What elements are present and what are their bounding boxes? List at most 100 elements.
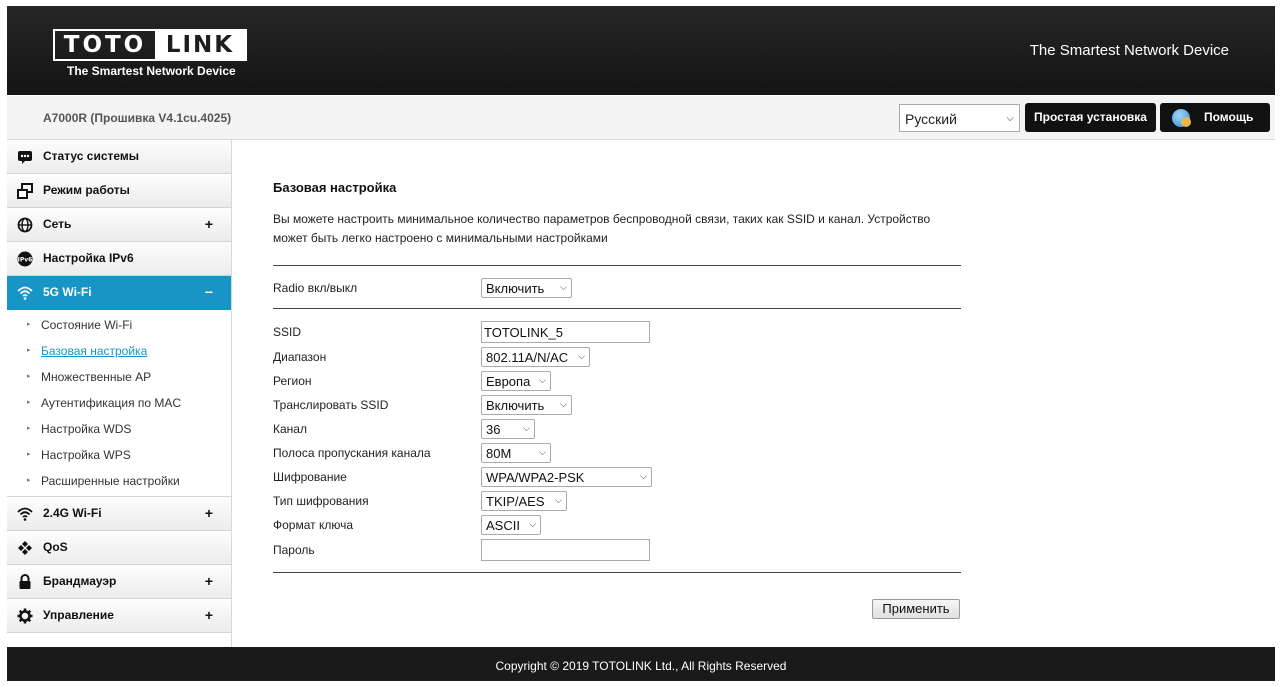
region-select[interactable]: Европа ⌵ (481, 371, 551, 391)
header: TOTO LINK The Smartest Network Device Th… (7, 6, 1275, 95)
language-select-value: Русский (905, 111, 957, 127)
help-button-label: Помощь (1204, 110, 1254, 124)
page-description: Вы можете настроить минимальное количест… (273, 212, 931, 245)
ipv6-icon: IPv6 (17, 251, 33, 267)
expand-icon: + (204, 573, 213, 589)
globe-icon (17, 217, 33, 233)
broadcast-ssid-select[interactable]: Включить ⌵ (481, 395, 572, 415)
submenu-item-mac-auth[interactable]: Аутентификация по MAC (7, 390, 231, 416)
sidebar-item-firewall[interactable]: Брандмауэр + (7, 565, 231, 599)
ssid-label: SSID (273, 325, 302, 339)
password-label: Пароль (273, 543, 315, 557)
sidebar-item-24g-wifi[interactable]: 2.4G Wi-Fi + (7, 497, 231, 531)
chevron-down-icon: ⌵ (523, 423, 530, 433)
status-icon (18, 151, 32, 164)
wifi-icon (17, 507, 33, 521)
sidebar-item-label: Брандмауэр (43, 574, 117, 588)
sidebar-item-qos[interactable]: QoS (7, 531, 231, 565)
copyright-text: Copyright © 2019 TOTOLINK Ltd., All Righ… (495, 659, 787, 673)
bandwidth-select[interactable]: 80M ⌵ (481, 443, 551, 463)
chevron-down-icon: ⌵ (539, 447, 546, 457)
wifi-icon (17, 286, 33, 300)
broadcast-ssid-label: Транслировать SSID (273, 398, 389, 412)
sidebar-item-label: Сеть (43, 217, 72, 231)
password-input[interactable] (481, 539, 650, 561)
bandwidth-label: Полоса пропускания канала (273, 446, 431, 460)
channel-label: Канал (273, 422, 307, 436)
broadcast-ssid-select-value: Включить (486, 398, 545, 413)
chevron-down-icon: ⌵ (560, 399, 567, 409)
submenu-item-wps[interactable]: Настройка WPS (7, 442, 231, 468)
sidebar-item-system-status[interactable]: Статус системы (7, 140, 231, 174)
chevron-down-icon: ⌵ (640, 471, 647, 481)
sidebar-item-label: Настройка IPv6 (43, 251, 134, 265)
sidebar-item-label: QoS (43, 540, 68, 554)
lock-icon (19, 574, 31, 589)
encryption-select[interactable]: WPA/WPA2-PSK ⌵ (481, 467, 652, 487)
svg-text:IPv6: IPv6 (18, 257, 33, 264)
sidebar-item-label: Управление (43, 608, 114, 622)
help-icon (1172, 109, 1191, 127)
header-tagline: The Smartest Network Device (1029, 42, 1229, 59)
help-button[interactable]: Помощь (1160, 103, 1270, 132)
cipher-type-label: Тип шифрования (273, 494, 369, 508)
region-label: Регион (273, 374, 312, 388)
cipher-type-select[interactable]: TKIP/AES ⌵ (481, 491, 567, 511)
chevron-down-icon: ⌵ (578, 351, 585, 361)
expand-icon: + (204, 505, 213, 521)
submenu-5g-wifi: Состояние Wi-Fi Базовая настройка Множес… (7, 310, 231, 497)
totolink-logo: TOTO LINK (53, 29, 247, 61)
gear-icon (17, 608, 33, 624)
bandwidth-select-value: 80M (486, 446, 512, 461)
collapse-icon: − (204, 284, 213, 300)
submenu-item-wifi-status[interactable]: Состояние Wi-Fi (7, 312, 231, 338)
encryption-label: Шифрование (273, 470, 347, 484)
chevron-down-icon: ⌵ (555, 495, 562, 505)
chevron-down-icon: ⌵ (529, 519, 536, 529)
key-format-select[interactable]: ASCII ⌵ (481, 515, 541, 535)
radio-label: Radio вкл/выкл (273, 281, 358, 295)
band-select[interactable]: 802.11A/N/AC ⌵ (481, 347, 590, 367)
divider (273, 308, 961, 309)
sidebar-item-label: 2.4G Wi-Fi (43, 506, 102, 520)
submenu-item-multiple-ap[interactable]: Множественные AP (7, 364, 231, 390)
top-bar: A7000R (Прошивка V4.1cu.4025) Русский ⌵ … (7, 96, 1275, 140)
apply-button[interactable]: Применить (872, 599, 960, 619)
logo-left-text: TOTO (63, 32, 147, 58)
key-format-select-value: ASCII (486, 518, 520, 533)
divider (273, 572, 961, 573)
sidebar-item-label: 5G Wi-Fi (43, 285, 92, 299)
ssid-input[interactable]: TOTOLINK_5 (481, 321, 650, 343)
sidebar-item-label: Статус системы (43, 149, 140, 163)
expand-icon: + (204, 607, 213, 623)
sidebar: Статус системы Режим работы Сеть + IPv6 … (7, 140, 232, 647)
sidebar-item-network[interactable]: Сеть + (7, 208, 231, 242)
divider (273, 265, 961, 266)
sidebar-item-management[interactable]: Управление + (7, 599, 231, 633)
channel-select-value: 36 (486, 422, 501, 437)
page-title: Базовая настройка (273, 180, 397, 195)
expand-icon: + (204, 216, 213, 232)
model-firmware-label: A7000R (Прошивка V4.1cu.4025) (43, 111, 232, 125)
sidebar-item-ipv6[interactable]: IPv6 Настройка IPv6 (7, 242, 231, 276)
key-format-label: Формат ключа (273, 518, 354, 532)
qos-icon (18, 541, 32, 555)
quick-setup-button[interactable]: Простая установка (1025, 103, 1156, 132)
submenu-item-wds[interactable]: Настройка WDS (7, 416, 231, 442)
sidebar-item-5g-wifi[interactable]: 5G Wi-Fi − (7, 276, 231, 310)
cipher-type-select-value: TKIP/AES (486, 494, 545, 509)
radio-select-value: Включить (486, 281, 545, 296)
submenu-item-advanced[interactable]: Расширенные настройки (7, 468, 231, 494)
chevron-down-icon: ⌵ (1006, 113, 1014, 124)
region-select-value: Европа (486, 374, 531, 389)
radio-select[interactable]: Включить ⌵ (481, 278, 572, 298)
language-select[interactable]: Русский ⌵ (899, 104, 1020, 132)
sidebar-item-operation-mode[interactable]: Режим работы (7, 174, 231, 208)
channel-select[interactable]: 36 ⌵ (481, 419, 535, 439)
mode-icon (17, 183, 33, 199)
chevron-down-icon: ⌵ (560, 282, 567, 292)
submenu-item-basic-settings[interactable]: Базовая настройка (7, 338, 231, 364)
chevron-down-icon: ⌵ (539, 375, 546, 385)
footer: Copyright © 2019 TOTOLINK Ltd., All Righ… (7, 647, 1275, 681)
encryption-select-value: WPA/WPA2-PSK (486, 470, 585, 485)
